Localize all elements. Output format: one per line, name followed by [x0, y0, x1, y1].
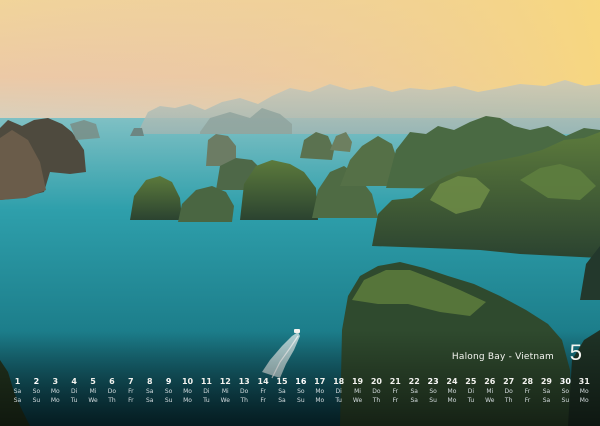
weekday-abbreviation: Sa Sa	[278, 388, 286, 404]
calendar-day: 5 Mi We	[85, 376, 102, 412]
calendar-day: 13 Do Th	[236, 376, 253, 412]
day-number: 14	[257, 377, 269, 386]
month-number: 5	[569, 340, 582, 365]
weekday-abbreviation: Do Th	[240, 388, 249, 404]
day-number: 25	[465, 377, 477, 386]
calendar-day: 26 Mi We	[481, 376, 498, 412]
day-number: 31	[578, 377, 590, 386]
calendar-day: 3 Mo Mo	[47, 376, 64, 412]
weekday-abbreviation: Mi We	[352, 388, 363, 404]
weekday-abbreviation: So Su	[297, 388, 305, 404]
calendar-day: 9 So Su	[160, 376, 177, 412]
calendar-day: 8 Sa Sa	[141, 376, 158, 412]
day-number: 8	[146, 377, 153, 386]
day-number: 3	[52, 377, 59, 386]
calendar-day: 11 Di Tu	[198, 376, 215, 412]
day-number: 10	[181, 377, 194, 386]
calendar-day: 14 Fr Fr	[255, 376, 272, 412]
weekday-abbreviation: Fr Fr	[392, 388, 399, 404]
weekday-abbreviation: Di Tu	[467, 388, 475, 404]
weekday-abbreviation: So Su	[429, 388, 437, 404]
day-number: 27	[503, 377, 515, 386]
day-number: 9	[165, 377, 172, 386]
day-number: 6	[109, 377, 115, 386]
calendar-day: 19 Mi We	[349, 376, 366, 412]
day-number: 7	[128, 377, 134, 386]
day-number: 12	[219, 377, 231, 386]
calendar-day-strip: 1 Sa Sa 2 So Su 3 Mo Mo 4 Di Tu 5 Mi We 6 Do Th 7 Fr Fr 8 Sa Sa…	[9, 376, 593, 412]
calendar-day: 23 So Su	[425, 376, 442, 412]
day-number: 23	[427, 377, 439, 386]
calendar-day: 4 Di Tu	[66, 376, 83, 412]
calendar-day: 2 So Su	[28, 376, 45, 412]
weekday-abbreviation: Di Tu	[70, 388, 78, 404]
weekday-abbreviation: Di Tu	[203, 388, 210, 404]
day-number: 5	[90, 377, 96, 386]
day-number: 2	[33, 377, 40, 386]
day-number: 13	[238, 377, 250, 386]
weekday-abbreviation: Mo Mo	[447, 388, 457, 404]
day-number: 16	[295, 377, 307, 386]
halong-bay-photo	[0, 0, 600, 426]
weekday-abbreviation: Sa Sa	[542, 388, 551, 404]
weekday-abbreviation: So Su	[164, 388, 173, 404]
day-number: 4	[71, 377, 77, 386]
day-number: 29	[540, 377, 552, 386]
calendar-day: 12 Mi We	[217, 376, 234, 412]
weekday-abbreviation: Do Th	[372, 388, 381, 404]
weekday-abbreviation: Sa Sa	[410, 388, 418, 404]
weekday-abbreviation: Sa Sa	[13, 388, 22, 404]
weekday-abbreviation: Mi We	[220, 388, 230, 404]
calendar-day: 6 Do Th	[103, 376, 120, 412]
day-number: 19	[351, 377, 364, 386]
weekday-abbreviation: Sa Sa	[145, 388, 154, 404]
day-number: 17	[314, 377, 326, 386]
day-number: 21	[389, 377, 401, 386]
weekday-abbreviation: Fr Fr	[260, 388, 266, 404]
weekday-abbreviation: Mo Mo	[183, 388, 192, 404]
calendar-day: 7 Fr Fr	[122, 376, 139, 412]
calendar-day: 24 Mo Mo	[443, 376, 460, 412]
day-number: 30	[559, 377, 571, 386]
calendar-day: 29 Sa Sa	[538, 376, 555, 412]
weekday-abbreviation: So Su	[561, 388, 570, 404]
day-number: 15	[276, 377, 288, 386]
calendar-day: 10 Mo Mo	[179, 376, 196, 412]
day-number: 26	[484, 377, 496, 386]
weekday-abbreviation: Mo Mo	[315, 388, 325, 404]
day-number: 1	[14, 377, 21, 386]
calendar-day: 20 Do Th	[368, 376, 385, 412]
calendar-day: 21 Fr Fr	[387, 376, 404, 412]
weekday-abbreviation: Mi We	[485, 388, 495, 404]
weekday-abbreviation: So Su	[32, 388, 41, 404]
weekday-abbreviation: Fr Fr	[524, 388, 531, 404]
photo-title: Halong Bay - Vietnam	[451, 352, 554, 362]
day-number: 24	[446, 377, 458, 386]
day-number: 28	[521, 377, 534, 386]
weekday-abbreviation: Mi We	[88, 388, 98, 404]
calendar-day: 30 So Su	[557, 376, 574, 412]
calendar-day: 18 Di Tu	[330, 376, 347, 412]
calendar-day: 22 Sa Sa	[406, 376, 423, 412]
weekday-abbreviation: Mo Mo	[579, 388, 589, 404]
calendar-day: 16 So Su	[292, 376, 309, 412]
calendar-day: 15 Sa Sa	[273, 376, 290, 412]
calendar-day: 1 Sa Sa	[9, 376, 26, 412]
calendar-page: Halong Bay - Vietnam 5 1 Sa Sa 2 So Su 3 Mo Mo 4 D…	[0, 0, 600, 426]
weekday-abbreviation: Mo Mo	[50, 388, 60, 404]
day-number: 11	[200, 377, 212, 386]
weekday-abbreviation: Fr Fr	[128, 388, 134, 404]
weekday-abbreviation: Do Th	[107, 388, 117, 404]
weekday-abbreviation: Do Th	[504, 388, 513, 404]
day-number: 22	[408, 377, 420, 386]
day-number: 18	[333, 377, 345, 386]
calendar-day: 17 Mo Mo	[311, 376, 328, 412]
weekday-abbreviation: Di Tu	[335, 388, 342, 404]
calendar-day: 28 Fr Fr	[519, 376, 536, 412]
calendar-day: 27 Do Th	[500, 376, 517, 412]
calendar-day: 25 Di Tu	[462, 376, 479, 412]
day-number: 20	[370, 377, 382, 386]
calendar-day: 31 Mo Mo	[576, 376, 593, 412]
